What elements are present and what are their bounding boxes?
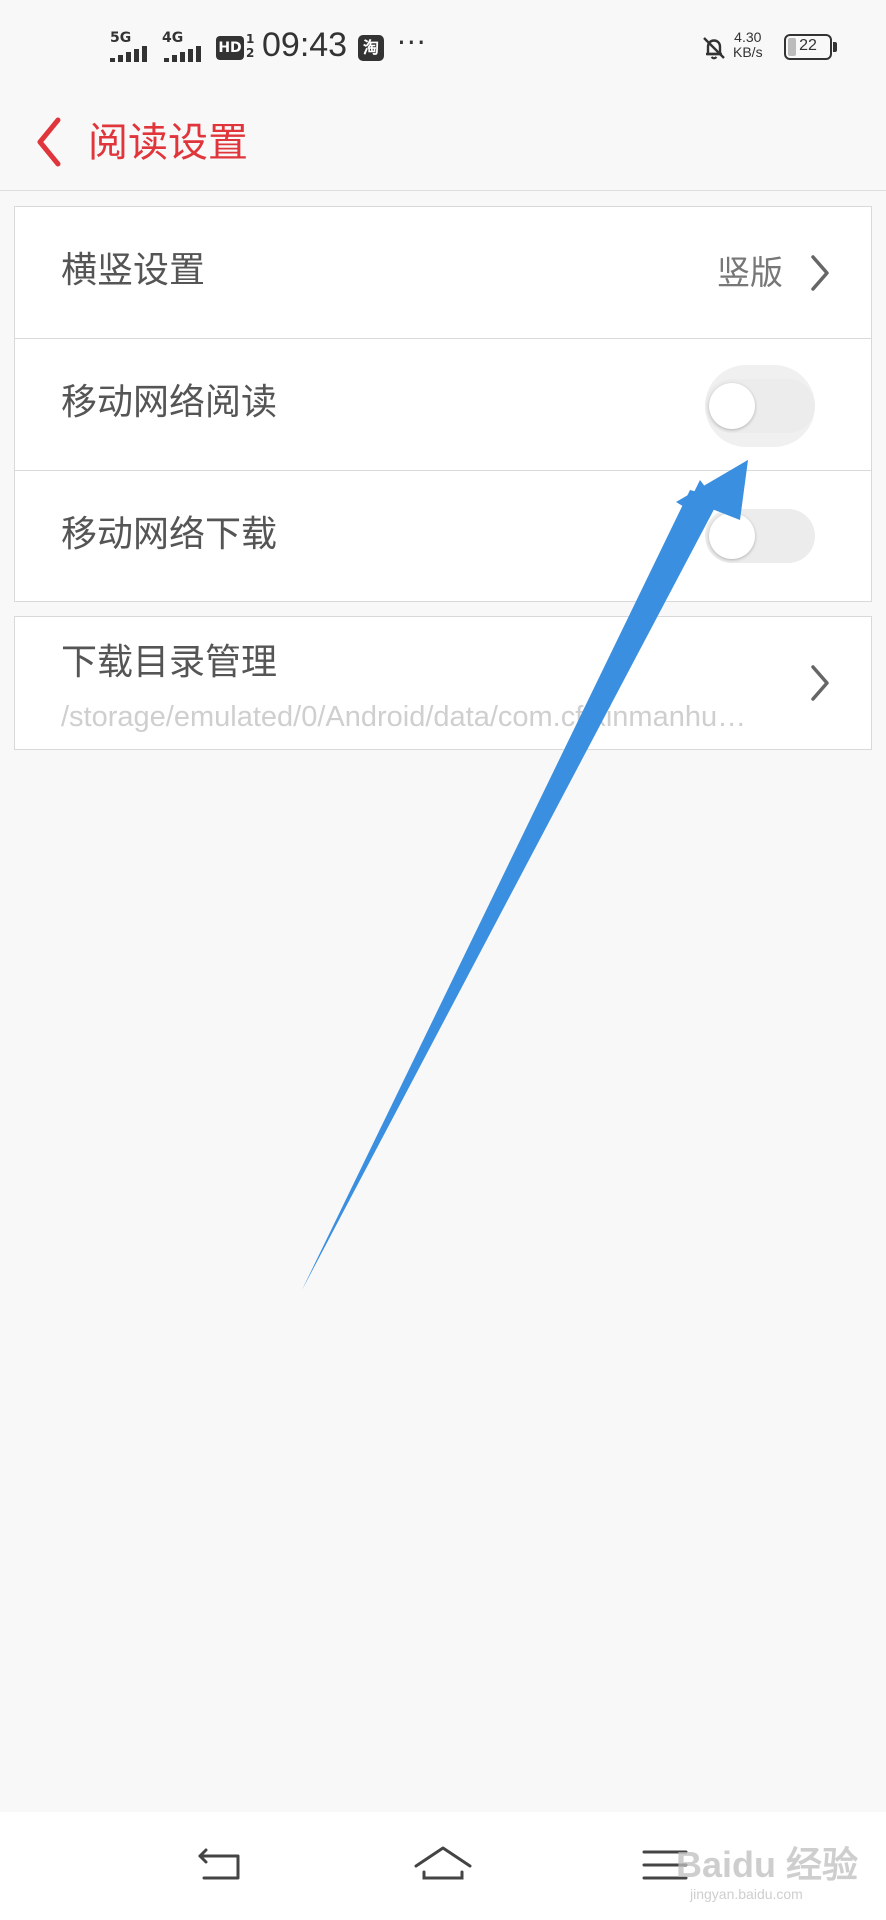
setting-orientation-value: 竖版 <box>717 253 783 292</box>
setting-mobile-read-label: 移动网络阅读 <box>61 382 278 423</box>
network-speed: 4.30 KB/s <box>733 30 763 60</box>
setting-mobile-download-label: 移动网络下载 <box>61 514 278 555</box>
status-bar: 5G 4G HD 1 2 09:43 淘 ··· 4.30 KB/s 22 <box>0 0 886 96</box>
home-icon[interactable] <box>408 1834 478 1898</box>
mobile-download-toggle[interactable] <box>705 509 815 563</box>
baidu-watermark: Baidu 经验 <box>676 1844 859 1885</box>
setting-download-dir-label: 下载目录管理 <box>61 642 278 683</box>
settings-group-download: 下载目录管理 /storage/emulated/0/Android/data/… <box>14 616 872 750</box>
signal-icon <box>164 46 201 62</box>
screen: 5G 4G HD 1 2 09:43 淘 ··· 4.30 KB/s 22 阅读… <box>0 0 886 1920</box>
battery-tip <box>833 42 837 52</box>
setting-download-dir[interactable]: 下载目录管理 /storage/emulated/0/Android/data/… <box>15 617 871 749</box>
bell-off-icon <box>703 37 725 60</box>
hd-voice-icon: HD <box>216 36 244 60</box>
toggle-knob <box>709 383 755 429</box>
sim1-network-type: 5G <box>110 30 132 46</box>
battery-icon: 22 <box>784 34 832 60</box>
setting-orientation[interactable]: 横竖设置 竖版 <box>15 207 871 339</box>
signal-icon <box>110 46 147 62</box>
taobao-icon: 淘 <box>358 35 384 61</box>
arrow-shaft-edge <box>302 490 720 1290</box>
baidu-watermark-url: jingyan.baidu.com <box>690 1886 803 1902</box>
setting-download-dir-path: /storage/emulated/0/Android/data/com.cf.… <box>61 701 747 733</box>
battery-level: 22 <box>799 37 817 54</box>
more-notifications-icon: ··· <box>397 26 427 59</box>
mobile-read-toggle[interactable] <box>705 379 815 433</box>
setting-orientation-label: 横竖设置 <box>61 250 206 291</box>
app-header: 阅读设置 <box>0 96 886 191</box>
back-icon[interactable] <box>186 1834 256 1898</box>
back-button[interactable] <box>30 112 70 172</box>
chevron-right-icon <box>811 255 829 291</box>
setting-mobile-download: 移动网络下载 <box>15 471 871 603</box>
setting-mobile-read: 移动网络阅读 <box>15 339 871 471</box>
settings-group-network: 横竖设置 竖版 移动网络阅读 移动网络下载 <box>14 206 872 602</box>
page-title: 阅读设置 <box>88 120 248 166</box>
toggle-knob <box>709 513 755 559</box>
sim2-network-type: 4G <box>162 30 184 46</box>
chevron-right-icon <box>811 665 829 701</box>
hd-sim-index: 1 2 <box>246 32 255 60</box>
network-speed-unit: KB/s <box>733 44 763 60</box>
clock: 09:43 <box>262 26 348 64</box>
network-speed-value: 4.30 <box>734 29 762 45</box>
